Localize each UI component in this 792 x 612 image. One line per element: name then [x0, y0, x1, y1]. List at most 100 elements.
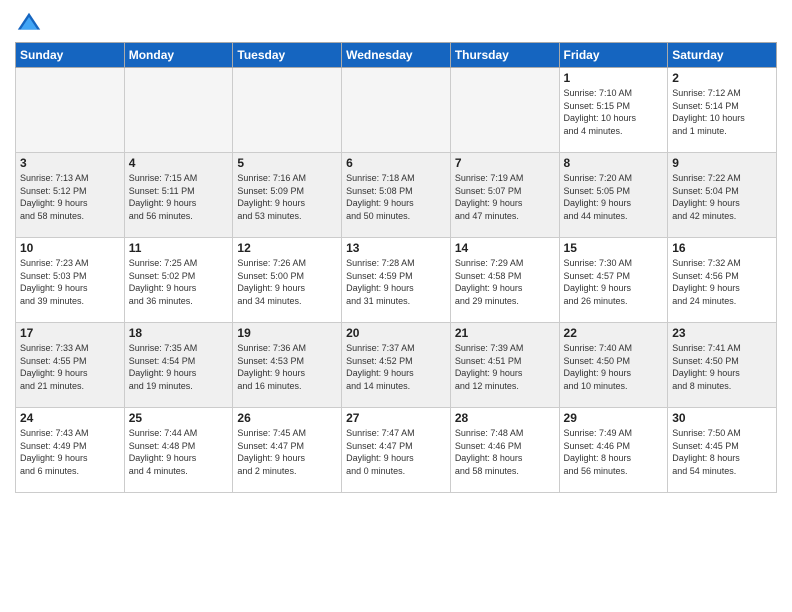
- calendar-cell: 18 Sunrise: 7:35 AM Sunset: 4:54 PM Dayli…: [124, 323, 233, 408]
- calendar-cell: 23 Sunrise: 7:41 AM Sunset: 4:50 PM Dayli…: [668, 323, 777, 408]
- day-info: Sunrise: 7:19 AM Sunset: 5:07 PM Dayligh…: [455, 172, 555, 222]
- calendar-cell: 10 Sunrise: 7:23 AM Sunset: 5:03 PM Dayli…: [16, 238, 125, 323]
- day-info: Sunrise: 7:49 AM Sunset: 4:46 PM Dayligh…: [564, 427, 664, 477]
- calendar-cell: [342, 68, 451, 153]
- calendar-cell: 13 Sunrise: 7:28 AM Sunset: 4:59 PM Dayli…: [342, 238, 451, 323]
- day-info: Sunrise: 7:33 AM Sunset: 4:55 PM Dayligh…: [20, 342, 120, 392]
- week-row-4: 17 Sunrise: 7:33 AM Sunset: 4:55 PM Dayli…: [16, 323, 777, 408]
- day-number: 3: [20, 156, 120, 170]
- calendar-cell: 7 Sunrise: 7:19 AM Sunset: 5:07 PM Daylig…: [450, 153, 559, 238]
- calendar-cell: 29 Sunrise: 7:49 AM Sunset: 4:46 PM Dayli…: [559, 408, 668, 493]
- day-info: Sunrise: 7:26 AM Sunset: 5:00 PM Dayligh…: [237, 257, 337, 307]
- week-row-3: 10 Sunrise: 7:23 AM Sunset: 5:03 PM Dayli…: [16, 238, 777, 323]
- calendar-cell: 14 Sunrise: 7:29 AM Sunset: 4:58 PM Dayli…: [450, 238, 559, 323]
- day-number: 10: [20, 241, 120, 255]
- week-row-2: 3Sunrise: 7:13 AM Sunset: 5:12 PM Daylig…: [16, 153, 777, 238]
- day-number: 28: [455, 411, 555, 425]
- calendar-cell: 22 Sunrise: 7:40 AM Sunset: 4:50 PM Dayli…: [559, 323, 668, 408]
- day-info: Sunrise: 7:29 AM Sunset: 4:58 PM Dayligh…: [455, 257, 555, 307]
- day-info: Sunrise: 7:44 AM Sunset: 4:48 PM Dayligh…: [129, 427, 229, 477]
- calendar-cell: 15 Sunrise: 7:30 AM Sunset: 4:57 PM Dayli…: [559, 238, 668, 323]
- day-info: Sunrise: 7:15 AM Sunset: 5:11 PM Dayligh…: [129, 172, 229, 222]
- header: [15, 10, 777, 38]
- day-number: 19: [237, 326, 337, 340]
- calendar-cell: [124, 68, 233, 153]
- week-row-5: 24Sunrise: 7:43 AM Sunset: 4:49 PM Dayli…: [16, 408, 777, 493]
- day-number: 2: [672, 71, 772, 85]
- calendar-cell: 19 Sunrise: 7:36 AM Sunset: 4:53 PM Dayli…: [233, 323, 342, 408]
- weekday-header-saturday: Saturday: [668, 43, 777, 68]
- day-info: Sunrise: 7:37 AM Sunset: 4:52 PM Dayligh…: [346, 342, 446, 392]
- weekday-header-monday: Monday: [124, 43, 233, 68]
- day-info: Sunrise: 7:41 AM Sunset: 4:50 PM Dayligh…: [672, 342, 772, 392]
- day-number: 12: [237, 241, 337, 255]
- calendar: SundayMondayTuesdayWednesdayThursdayFrid…: [15, 42, 777, 493]
- day-number: 6: [346, 156, 446, 170]
- day-number: 16: [672, 241, 772, 255]
- day-info: Sunrise: 7:10 AM Sunset: 5:15 PM Dayligh…: [564, 87, 664, 137]
- day-number: 27: [346, 411, 446, 425]
- day-number: 30: [672, 411, 772, 425]
- day-number: 22: [564, 326, 664, 340]
- day-number: 18: [129, 326, 229, 340]
- calendar-cell: 2Sunrise: 7:12 AM Sunset: 5:14 PM Daylig…: [668, 68, 777, 153]
- day-number: 20: [346, 326, 446, 340]
- day-info: Sunrise: 7:47 AM Sunset: 4:47 PM Dayligh…: [346, 427, 446, 477]
- calendar-cell: 26Sunrise: 7:45 AM Sunset: 4:47 PM Dayli…: [233, 408, 342, 493]
- calendar-cell: 4 Sunrise: 7:15 AM Sunset: 5:11 PM Daylig…: [124, 153, 233, 238]
- weekday-header-friday: Friday: [559, 43, 668, 68]
- logo-icon: [15, 10, 43, 38]
- calendar-cell: 16 Sunrise: 7:32 AM Sunset: 4:56 PM Dayli…: [668, 238, 777, 323]
- day-info: Sunrise: 7:23 AM Sunset: 5:03 PM Dayligh…: [20, 257, 120, 307]
- calendar-cell: 25 Sunrise: 7:44 AM Sunset: 4:48 PM Dayli…: [124, 408, 233, 493]
- calendar-cell: 24Sunrise: 7:43 AM Sunset: 4:49 PM Dayli…: [16, 408, 125, 493]
- day-info: Sunrise: 7:28 AM Sunset: 4:59 PM Dayligh…: [346, 257, 446, 307]
- day-number: 11: [129, 241, 229, 255]
- day-info: Sunrise: 7:36 AM Sunset: 4:53 PM Dayligh…: [237, 342, 337, 392]
- day-info: Sunrise: 7:35 AM Sunset: 4:54 PM Dayligh…: [129, 342, 229, 392]
- day-info: Sunrise: 7:40 AM Sunset: 4:50 PM Dayligh…: [564, 342, 664, 392]
- week-row-1: 1 Sunrise: 7:10 AM Sunset: 5:15 PM Daylig…: [16, 68, 777, 153]
- calendar-cell: 1 Sunrise: 7:10 AM Sunset: 5:15 PM Daylig…: [559, 68, 668, 153]
- day-number: 4: [129, 156, 229, 170]
- calendar-cell: 20 Sunrise: 7:37 AM Sunset: 4:52 PM Dayli…: [342, 323, 451, 408]
- day-info: Sunrise: 7:39 AM Sunset: 4:51 PM Dayligh…: [455, 342, 555, 392]
- calendar-cell: [16, 68, 125, 153]
- day-info: Sunrise: 7:50 AM Sunset: 4:45 PM Dayligh…: [672, 427, 772, 477]
- page: SundayMondayTuesdayWednesdayThursdayFrid…: [0, 0, 792, 503]
- day-number: 5: [237, 156, 337, 170]
- weekday-header-tuesday: Tuesday: [233, 43, 342, 68]
- calendar-cell: 8 Sunrise: 7:20 AM Sunset: 5:05 PM Daylig…: [559, 153, 668, 238]
- day-info: Sunrise: 7:20 AM Sunset: 5:05 PM Dayligh…: [564, 172, 664, 222]
- weekday-header-thursday: Thursday: [450, 43, 559, 68]
- day-info: Sunrise: 7:32 AM Sunset: 4:56 PM Dayligh…: [672, 257, 772, 307]
- day-info: Sunrise: 7:48 AM Sunset: 4:46 PM Dayligh…: [455, 427, 555, 477]
- day-number: 13: [346, 241, 446, 255]
- calendar-cell: 12 Sunrise: 7:26 AM Sunset: 5:00 PM Dayli…: [233, 238, 342, 323]
- day-number: 1: [564, 71, 664, 85]
- day-number: 8: [564, 156, 664, 170]
- calendar-cell: 9Sunrise: 7:22 AM Sunset: 5:04 PM Daylig…: [668, 153, 777, 238]
- calendar-cell: 3Sunrise: 7:13 AM Sunset: 5:12 PM Daylig…: [16, 153, 125, 238]
- calendar-cell: 17 Sunrise: 7:33 AM Sunset: 4:55 PM Dayli…: [16, 323, 125, 408]
- day-number: 25: [129, 411, 229, 425]
- day-info: Sunrise: 7:43 AM Sunset: 4:49 PM Dayligh…: [20, 427, 120, 477]
- day-info: Sunrise: 7:30 AM Sunset: 4:57 PM Dayligh…: [564, 257, 664, 307]
- calendar-cell: 30 Sunrise: 7:50 AM Sunset: 4:45 PM Dayli…: [668, 408, 777, 493]
- day-number: 23: [672, 326, 772, 340]
- day-number: 29: [564, 411, 664, 425]
- day-info: Sunrise: 7:25 AM Sunset: 5:02 PM Dayligh…: [129, 257, 229, 307]
- day-number: 14: [455, 241, 555, 255]
- day-number: 7: [455, 156, 555, 170]
- weekday-header-wednesday: Wednesday: [342, 43, 451, 68]
- day-info: Sunrise: 7:16 AM Sunset: 5:09 PM Dayligh…: [237, 172, 337, 222]
- day-info: Sunrise: 7:45 AM Sunset: 4:47 PM Dayligh…: [237, 427, 337, 477]
- calendar-cell: [233, 68, 342, 153]
- calendar-cell: 21 Sunrise: 7:39 AM Sunset: 4:51 PM Dayli…: [450, 323, 559, 408]
- day-number: 17: [20, 326, 120, 340]
- day-number: 15: [564, 241, 664, 255]
- day-info: Sunrise: 7:18 AM Sunset: 5:08 PM Dayligh…: [346, 172, 446, 222]
- day-number: 21: [455, 326, 555, 340]
- logo: [15, 10, 47, 38]
- calendar-cell: 11 Sunrise: 7:25 AM Sunset: 5:02 PM Dayli…: [124, 238, 233, 323]
